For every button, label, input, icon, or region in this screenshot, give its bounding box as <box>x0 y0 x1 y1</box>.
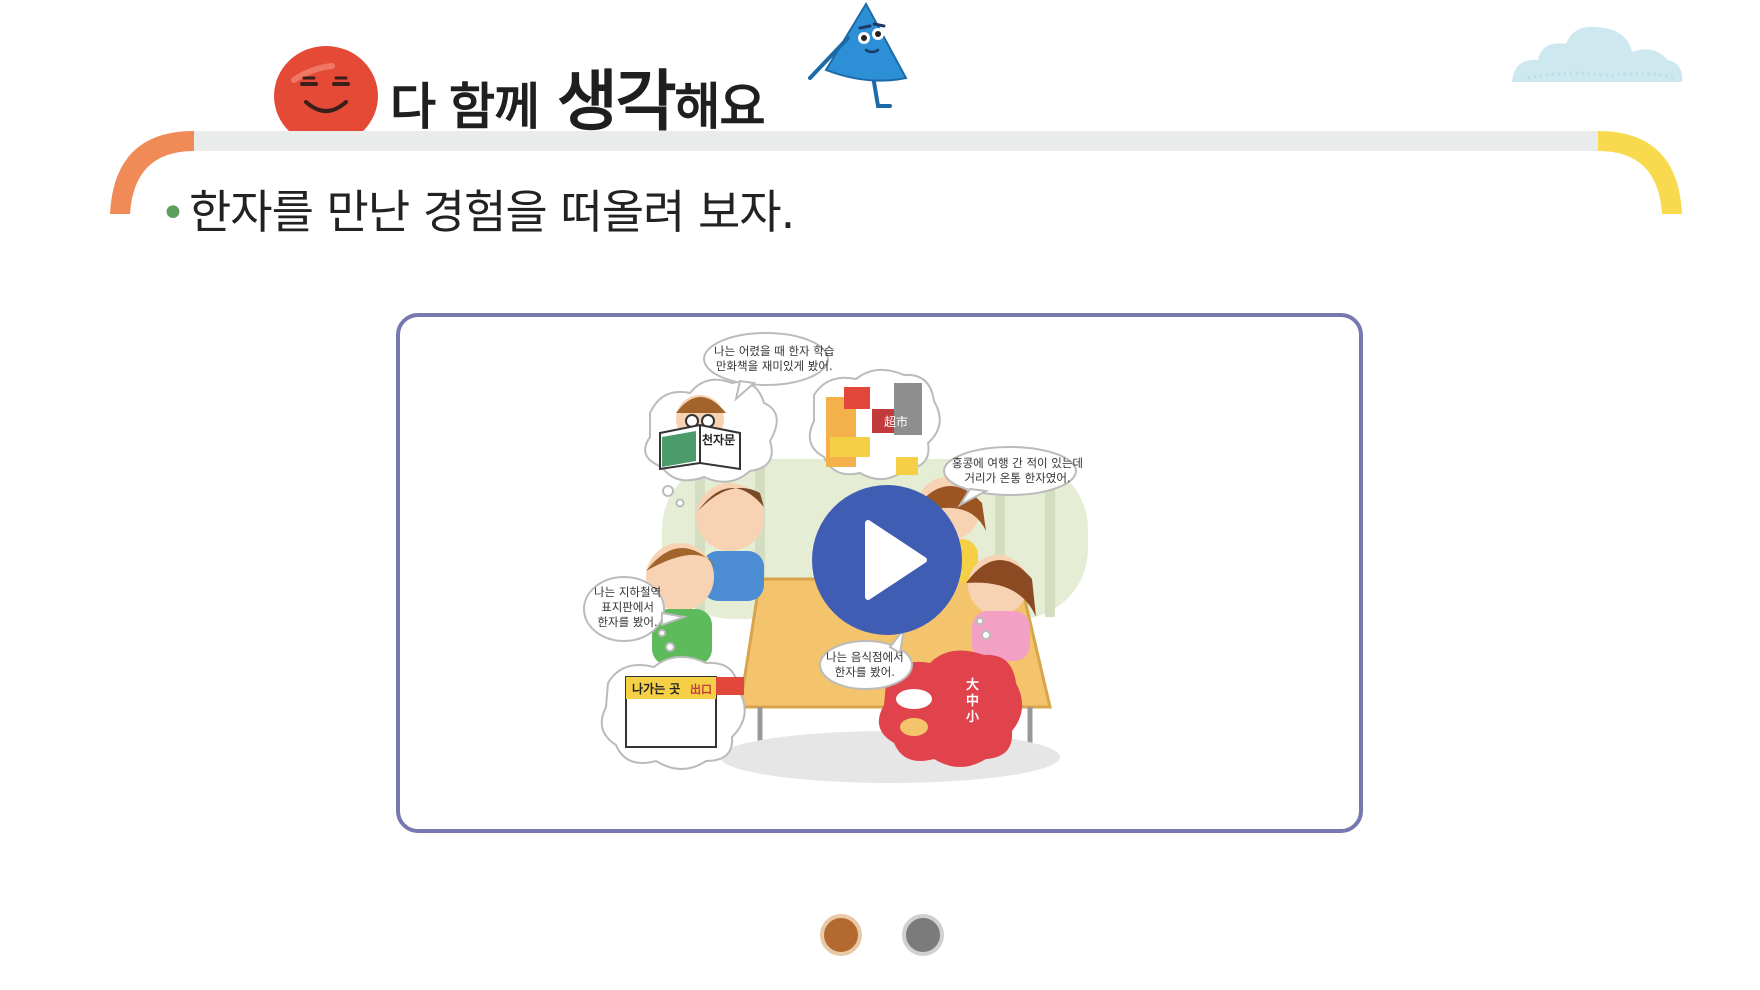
page-dot-1[interactable] <box>820 914 862 956</box>
bullet-dot: • <box>160 188 186 239</box>
instruction-prompt: •한자를 만난 경험을 떠올려 보자. <box>160 176 795 239</box>
speech-line: 나는 어렸을 때 한자 학습 <box>714 344 835 358</box>
subway-sign-label: 나가는 곳 <box>632 681 680 696</box>
speech-line: 표지판에서 <box>601 600 655 614</box>
play-button[interactable] <box>812 485 962 635</box>
blue-triangle-mascot-icon <box>808 1 908 108</box>
speech-bubble-top: 나는 어렸을 때 한자 학습 만화책을 재미있게 봤어. <box>714 344 834 374</box>
menu-size-1: 大 <box>966 677 979 693</box>
page-dot-2[interactable] <box>902 914 944 956</box>
speech-bubble-left: 나는 지하철역 표지판에서 한자를 봤어. <box>594 585 661 630</box>
speech-line: 한자를 봤어. <box>834 665 895 679</box>
subway-sign-exit: 出口 <box>690 682 712 696</box>
section-title: 다 함께 생각 해요 <box>390 48 765 140</box>
play-icon <box>865 520 927 600</box>
shop-sign-text: 超市 <box>884 414 908 429</box>
speech-line: 한자를 봤어. <box>597 615 658 629</box>
speech-bubble-right: 홍콩에 여행 간 적이 있는데 거리가 온통 한자였어. <box>952 456 1083 486</box>
cloud-icon <box>1512 26 1683 82</box>
video-player[interactable]: 超市 나가는 곳 出口 大 中 小 천자문 나는 어렸을 때 한자 학습 만화책… <box>396 313 1363 833</box>
speech-line: 거리가 온통 한자였어. <box>964 471 1071 485</box>
speech-line: 나는 지하철역 <box>594 585 662 599</box>
speech-line: 만화책을 재미있게 봤어. <box>715 359 833 373</box>
speech-line: 나는 음식점에서 <box>826 650 904 664</box>
red-mascot-icon <box>274 46 378 132</box>
menu-size-3: 小 <box>966 710 979 725</box>
speech-bubble-bottom: 나는 음식점에서 한자를 봤어. <box>826 650 904 680</box>
book-title: 천자문 <box>702 433 736 447</box>
instruction-text: 한자를 만난 경험을 떠올려 보자. <box>188 185 795 239</box>
speech-line: 홍콩에 여행 간 적이 있는데 <box>952 456 1084 470</box>
menu-size-2: 中 <box>966 693 979 709</box>
